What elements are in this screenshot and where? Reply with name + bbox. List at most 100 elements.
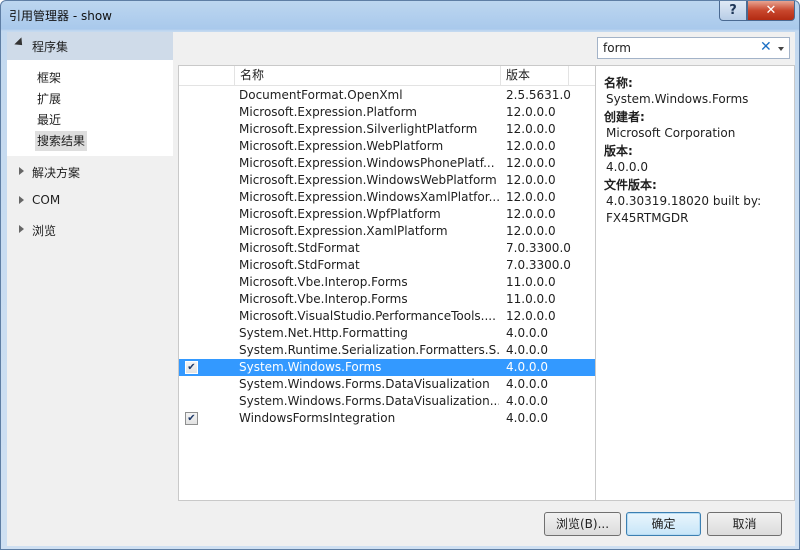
table-row[interactable]: Microsoft.Expression.WindowsPhonePlatf..… <box>179 155 595 172</box>
table-row[interactable]: Microsoft.Expression.XamlPlatform 12.0.0.… <box>179 223 595 240</box>
row-version: 4.0.0.0 <box>506 377 548 391</box>
row-name: Microsoft.VisualStudio.PerformanceTools.… <box>239 309 496 323</box>
title-bar[interactable]: 引用管理器 - show ? ✕ <box>1 1 799 29</box>
row-name: Microsoft.Expression.XamlPlatform <box>239 224 448 238</box>
row-version: 2.5.5631.0 <box>506 88 571 102</box>
sidebar-group-com[interactable]: COM <box>7 190 173 212</box>
row-name: System.Windows.Forms <box>239 360 382 374</box>
column-header-check[interactable] <box>179 66 235 86</box>
collapse-caret-icon <box>14 37 26 49</box>
table-row[interactable]: Microsoft.StdFormat 7.0.3300.0 <box>179 257 595 274</box>
row-version: 12.0.0.0 <box>506 105 556 119</box>
dialog-client: 程序集 框架 扩展 最近 搜索结果 解决方案 COM 浏览 form ✕ 名称 … <box>7 32 795 546</box>
list-header: 名称 版本 <box>179 66 595 86</box>
row-version: 7.0.3300.0 <box>506 258 571 272</box>
table-row[interactable]: System.Windows.Forms.DataVisualization..… <box>179 393 595 410</box>
table-row[interactable]: System.Runtime.Serialization.Formatters.… <box>179 342 595 359</box>
search-input[interactable]: form ✕ <box>597 37 790 59</box>
row-checkbox[interactable]: ✔ <box>185 361 198 374</box>
column-header-version[interactable]: 版本 <box>501 66 569 86</box>
search-value: form <box>603 41 631 55</box>
table-row[interactable]: Microsoft.Vbe.Interop.Forms 11.0.0.0 <box>179 291 595 308</box>
table-row[interactable]: Microsoft.Expression.WebPlatform 12.0.0.0 <box>179 138 595 155</box>
row-name: Microsoft.Expression.WebPlatform <box>239 139 444 153</box>
table-row[interactable]: Microsoft.Expression.WpfPlatform 12.0.0.0 <box>179 206 595 223</box>
sidebar-group-label: 解决方案 <box>32 166 81 180</box>
cancel-button[interactable]: 取消 <box>707 512 782 536</box>
row-name: Microsoft.Expression.WindowsXamlPlatfor.… <box>239 190 499 204</box>
row-name: System.Windows.Forms.DataVisualization..… <box>239 394 499 408</box>
detail-name-value: System.Windows.Forms <box>606 92 749 106</box>
table-row[interactable]: Microsoft.Expression.Platform 12.0.0.0 <box>179 104 595 121</box>
expand-triangle-icon <box>19 225 24 233</box>
row-version: 12.0.0.0 <box>506 173 556 187</box>
table-row[interactable]: Microsoft.StdFormat 7.0.3300.0 <box>179 240 595 257</box>
row-version: 4.0.0.0 <box>506 360 548 374</box>
detail-file-version-label: 文件版本: <box>604 178 657 192</box>
table-row[interactable]: Microsoft.Expression.SilverlightPlatform… <box>179 121 595 138</box>
row-name: Microsoft.Vbe.Interop.Forms <box>239 275 408 289</box>
help-button[interactable]: ? <box>719 1 747 21</box>
table-row[interactable]: Microsoft.Expression.WindowsWebPlatform 1… <box>179 172 595 189</box>
detail-version-value: 4.0.0.0 <box>606 160 648 174</box>
sidebar-item-recent[interactable]: 最近 <box>35 110 63 130</box>
row-name: Microsoft.Expression.WindowsWebPlatform <box>239 173 497 187</box>
details-panel: 名称: System.Windows.Forms 创建者: Microsoft … <box>596 65 795 501</box>
clear-search-icon[interactable]: ✕ <box>760 39 772 55</box>
table-row[interactable]: System.Windows.Forms.DataVisualization 4.… <box>179 376 595 393</box>
row-name: WindowsFormsIntegration <box>239 411 396 425</box>
row-name: System.Runtime.Serialization.Formatters.… <box>239 343 499 357</box>
sidebar-header-assemblies[interactable]: 程序集 <box>7 32 173 60</box>
row-version: 4.0.0.0 <box>506 343 548 357</box>
ok-button[interactable]: 确定 <box>626 512 701 536</box>
detail-version-label: 版本: <box>604 144 633 158</box>
sidebar-item-extensions[interactable]: 扩展 <box>35 89 63 109</box>
row-version: 11.0.0.0 <box>506 292 556 306</box>
row-version: 12.0.0.0 <box>506 207 556 221</box>
sidebar-header-label: 程序集 <box>32 40 69 54</box>
row-version: 11.0.0.0 <box>506 275 556 289</box>
table-row[interactable]: ✔ System.Windows.Forms 4.0.0.0 <box>179 359 595 376</box>
row-checkbox[interactable]: ✔ <box>185 412 198 425</box>
row-name: Microsoft.Vbe.Interop.Forms <box>239 292 408 306</box>
table-row[interactable]: Microsoft.VisualStudio.PerformanceTools.… <box>179 308 595 325</box>
row-version: 12.0.0.0 <box>506 156 556 170</box>
row-version: 12.0.0.0 <box>506 139 556 153</box>
close-button[interactable]: ✕ <box>747 1 795 21</box>
row-name: Microsoft.StdFormat <box>239 258 360 272</box>
row-version: 12.0.0.0 <box>506 190 556 204</box>
expand-triangle-icon <box>19 196 24 204</box>
sidebar-item-framework[interactable]: 框架 <box>35 68 63 88</box>
column-header-name[interactable]: 名称 <box>235 66 501 86</box>
expand-triangle-icon <box>19 167 24 175</box>
detail-name-label: 名称: <box>604 76 633 90</box>
row-version: 4.0.0.0 <box>506 326 548 340</box>
chevron-down-icon[interactable] <box>778 47 784 51</box>
row-version: 7.0.3300.0 <box>506 241 571 255</box>
sidebar-group-solution[interactable]: 解决方案 <box>7 161 173 183</box>
row-name: System.Windows.Forms.DataVisualization <box>239 377 490 391</box>
table-row[interactable]: Microsoft.Expression.WindowsXamlPlatfor.… <box>179 189 595 206</box>
browse-button[interactable]: 浏览(B)... <box>544 512 621 536</box>
sidebar-group-label: COM <box>32 193 61 207</box>
detail-creator-label: 创建者: <box>604 110 645 124</box>
row-name: Microsoft.StdFormat <box>239 241 360 255</box>
sidebar-group-label: 浏览 <box>32 224 57 238</box>
table-row[interactable]: DocumentFormat.OpenXml 2.5.5631.0 <box>179 87 595 104</box>
sidebar-group-browse[interactable]: 浏览 <box>7 219 173 241</box>
detail-file-version-value: 4.0.30319.18020 built by: FX45RTMGDR <box>606 194 762 225</box>
reference-manager-window: 引用管理器 - show ? ✕ 程序集 框架 扩展 最近 搜索结果 解决方案 … <box>0 0 800 550</box>
row-name: System.Net.Http.Formatting <box>239 326 408 340</box>
detail-creator-value: Microsoft Corporation <box>606 126 736 140</box>
sidebar-item-search-results[interactable]: 搜索结果 <box>35 131 88 151</box>
table-row[interactable]: System.Net.Http.Formatting 4.0.0.0 <box>179 325 595 342</box>
row-name: Microsoft.Expression.Platform <box>239 105 417 119</box>
assemblies-subpanel: 框架 扩展 最近 搜索结果 <box>7 60 173 156</box>
row-name: Microsoft.Expression.WindowsPhonePlatf..… <box>239 156 495 170</box>
table-row[interactable]: ✔ WindowsFormsIntegration 4.0.0.0 <box>179 410 595 427</box>
sidebar: 程序集 框架 扩展 最近 搜索结果 解决方案 COM 浏览 <box>7 32 173 546</box>
row-version: 12.0.0.0 <box>506 224 556 238</box>
row-name: DocumentFormat.OpenXml <box>239 88 403 102</box>
table-row[interactable]: Microsoft.Vbe.Interop.Forms 11.0.0.0 <box>179 274 595 291</box>
assembly-list: 名称 版本 DocumentFormat.OpenXml 2.5.5631.0 Mi… <box>178 65 596 501</box>
